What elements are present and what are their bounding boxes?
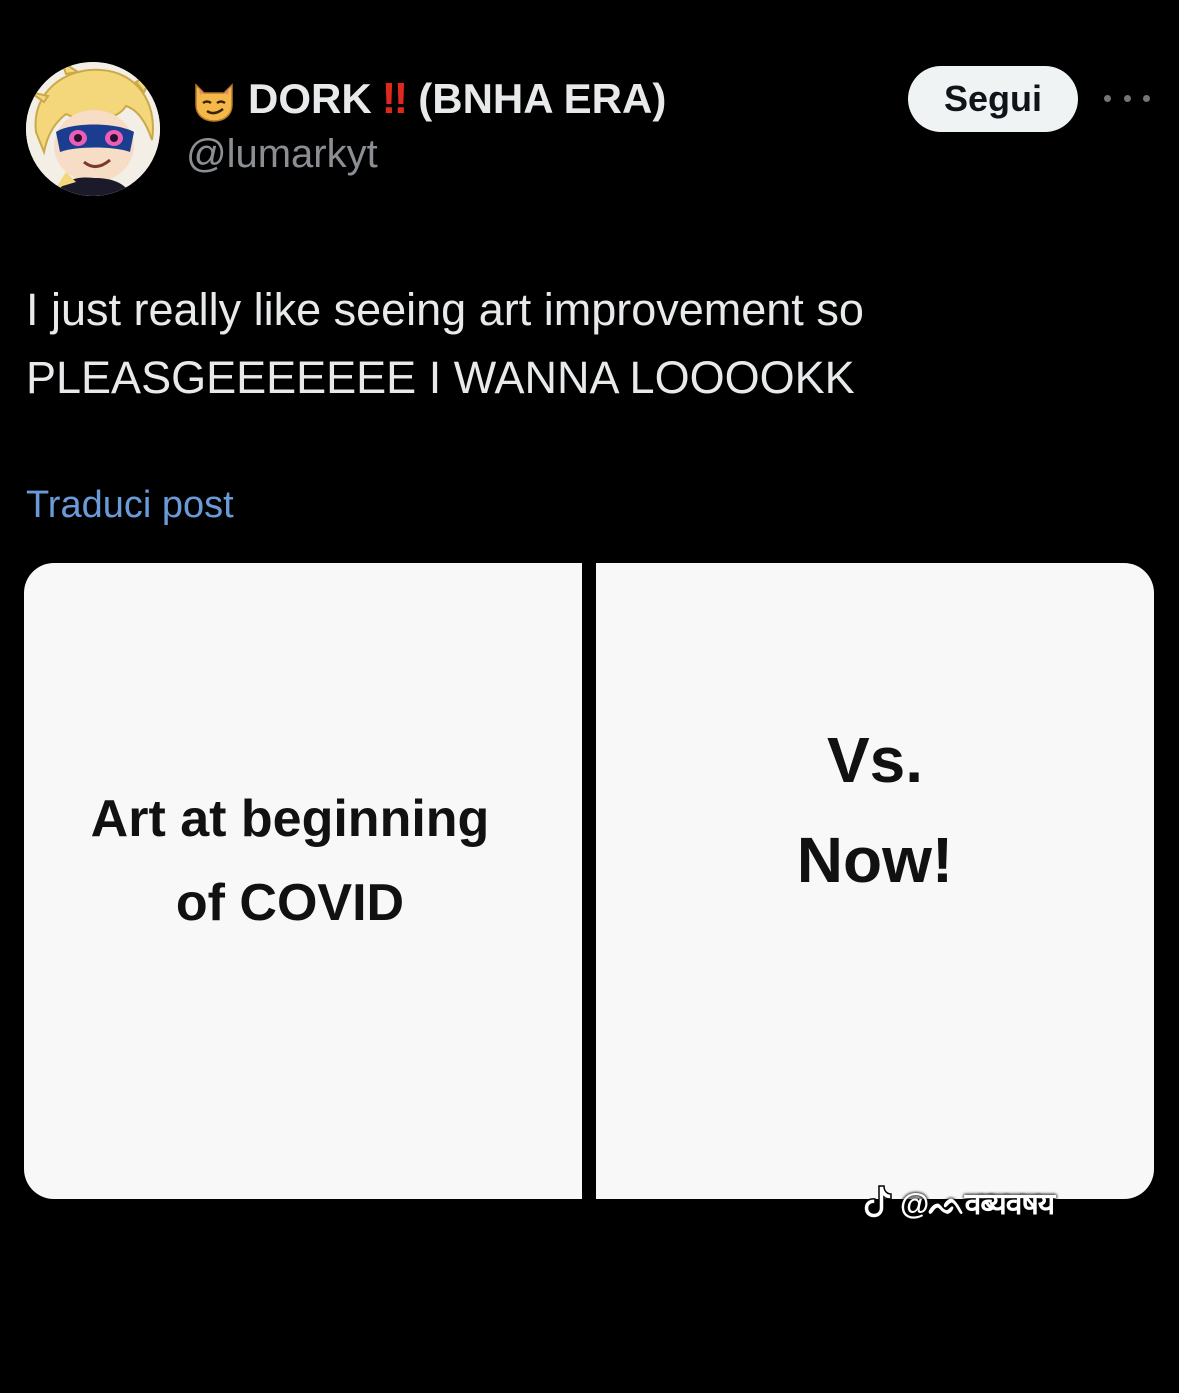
media-image[interactable]: Art at beginning of COVID Vs. Now! bbox=[24, 563, 1154, 1199]
author-name-row[interactable]: DORK ‼ (BNHA ERA) bbox=[190, 72, 666, 126]
smirking-cat-icon bbox=[190, 75, 238, 123]
right-caption-line-1: Vs. bbox=[826, 724, 924, 796]
tiktok-icon bbox=[863, 1185, 892, 1219]
watermark-text: @ᨒवब्यवषय bbox=[900, 1187, 1055, 1221]
left-caption-line-1: Art at beginning bbox=[90, 790, 490, 848]
media-panel-left: Art at beginning of COVID bbox=[24, 563, 582, 1199]
follow-button[interactable]: Segui bbox=[908, 66, 1078, 132]
right-caption-line-2: Now! bbox=[796, 824, 954, 896]
tweet-text: I just really like seeing art improvemen… bbox=[26, 276, 1146, 412]
translate-post-link[interactable]: Traduci post bbox=[26, 484, 234, 527]
author-name-suffix: (BNHA ERA) bbox=[418, 75, 667, 122]
tweet-line-1: I just really like seeing art improvemen… bbox=[26, 284, 864, 335]
tiktok-watermark: @ᨒवब्यवषय bbox=[862, 1178, 1055, 1226]
left-caption: Art at beginning of COVID bbox=[91, 777, 490, 945]
media-panel-right: Vs. Now! bbox=[596, 563, 1154, 1199]
dot bbox=[1143, 94, 1150, 102]
double-exclamation-icon: ‼ bbox=[381, 74, 408, 123]
avatar[interactable] bbox=[26, 62, 160, 196]
right-caption: Vs. Now! bbox=[797, 710, 953, 910]
dot bbox=[1104, 94, 1111, 102]
dot bbox=[1123, 94, 1131, 102]
post-card: DORK ‼ (BNHA ERA) @lumarkyt Segui I just… bbox=[0, 0, 1179, 1393]
avatar-illustration bbox=[26, 62, 160, 196]
more-dots-icon[interactable] bbox=[1104, 86, 1150, 110]
left-caption-line-2: of COVID bbox=[175, 874, 405, 932]
author-handle[interactable]: @lumarkyt bbox=[186, 132, 378, 177]
tweet-line-2: PLEASGEEEEEEE I WANNA LOOOOKK bbox=[26, 352, 855, 403]
author-display-name: DORK bbox=[248, 75, 372, 122]
